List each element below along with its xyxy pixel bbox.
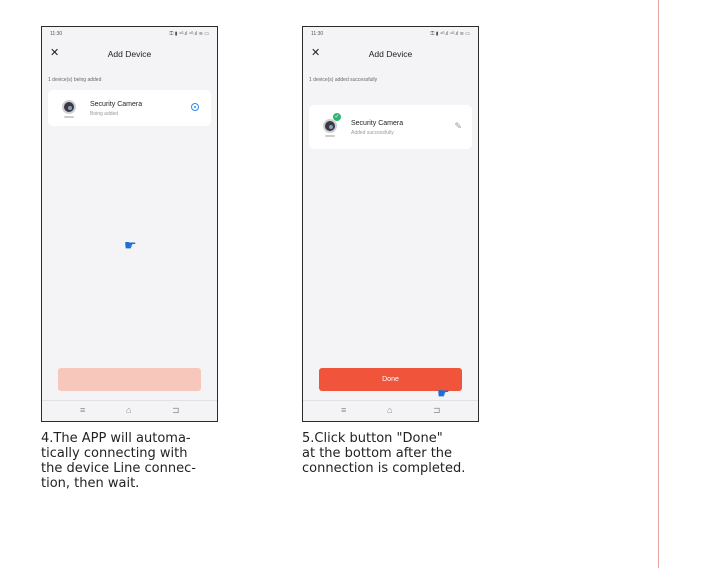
hand-pointer-icon: ☛ — [124, 237, 137, 253]
caption-line: the device Line connec- — [41, 461, 196, 476]
status-icons: ⚿ ▮ ⁴ᴳ.ıl ⁴ᴳ.ıl ≋ ▭ — [169, 31, 209, 37]
back-icon[interactable]: ⊐ — [172, 405, 180, 416]
system-nav-bar: ≡ ⌂ ⊐ — [42, 400, 217, 421]
caption-line: at the bottom after the — [302, 446, 453, 461]
home-icon[interactable]: ⌂ — [387, 405, 392, 415]
device-card[interactable]: Security Camera Boing added — [48, 90, 211, 126]
home-icon[interactable]: ⌂ — [126, 405, 131, 415]
caption-line: 5.Click button "Done" — [302, 431, 443, 446]
device-name: Security Camera — [351, 120, 404, 127]
menu-icon[interactable]: ≡ — [341, 405, 346, 415]
caption-step5: 5.Click button "Done" at the bottom afte… — [302, 431, 502, 476]
device-status: Added successfully — [351, 130, 394, 136]
check-icon: ✓ — [333, 113, 341, 121]
status-time: 11:30 — [50, 31, 63, 37]
status-icons: ⚿ ▮ ⁴ᴳ.ıl ⁴ᴳ.ıl ≋ ▭ — [430, 31, 470, 37]
loading-icon — [191, 103, 199, 111]
caption-line: connection is completed. — [302, 461, 466, 476]
page-title: Add Device — [368, 49, 413, 59]
device-status: Boing added — [90, 111, 119, 117]
back-icon[interactable]: ⊐ — [433, 405, 441, 416]
status-bar: 11:30 ⚿ ▮ ⁴ᴳ.ıl ⁴ᴳ.ıl ≋ ▭ — [50, 31, 209, 39]
camera-base-icon — [64, 116, 74, 118]
progress-subtitle: 1 device(s) being added — [48, 77, 102, 83]
caption-step4: 4.The APP will automa- tically connectin… — [41, 431, 241, 491]
status-bar: 11:30 ⚿ ▮ ⁴ᴳ.ıl ⁴ᴳ.ıl ≋ ▭ — [311, 31, 470, 39]
menu-icon[interactable]: ≡ — [80, 405, 85, 415]
page-divider-line — [658, 0, 659, 568]
status-time: 11:30 — [311, 31, 324, 37]
caption-line: tion, then wait. — [41, 476, 140, 491]
device-name: Security Camera — [90, 101, 143, 108]
phone-screen-step5: 11:30 ⚿ ▮ ⁴ᴳ.ıl ⁴ᴳ.ıl ≋ ▭ ✕ Add Device 1… — [302, 26, 479, 422]
page-title: Add Device — [107, 49, 152, 59]
camera-icon — [323, 119, 337, 133]
pencil-icon[interactable]: ✎ — [454, 121, 462, 132]
phone-screen-step4: 11:30 ⚿ ▮ ⁴ᴳ.ıl ⁴ᴳ.ıl ≋ ▭ ✕ Add Device 1… — [41, 26, 218, 422]
camera-base-icon — [325, 135, 335, 137]
camera-icon — [62, 100, 76, 114]
progress-subtitle: 1 device(s) added successfully — [309, 77, 378, 83]
device-card[interactable]: ✓ Security Camera Added successfully ✎ — [309, 105, 472, 149]
system-nav-bar: ≡ ⌂ ⊐ — [303, 400, 478, 421]
caption-line: 4.The APP will automa- — [41, 431, 191, 446]
done-button[interactable] — [58, 368, 201, 391]
caption-line: tically connecting with — [41, 446, 188, 461]
